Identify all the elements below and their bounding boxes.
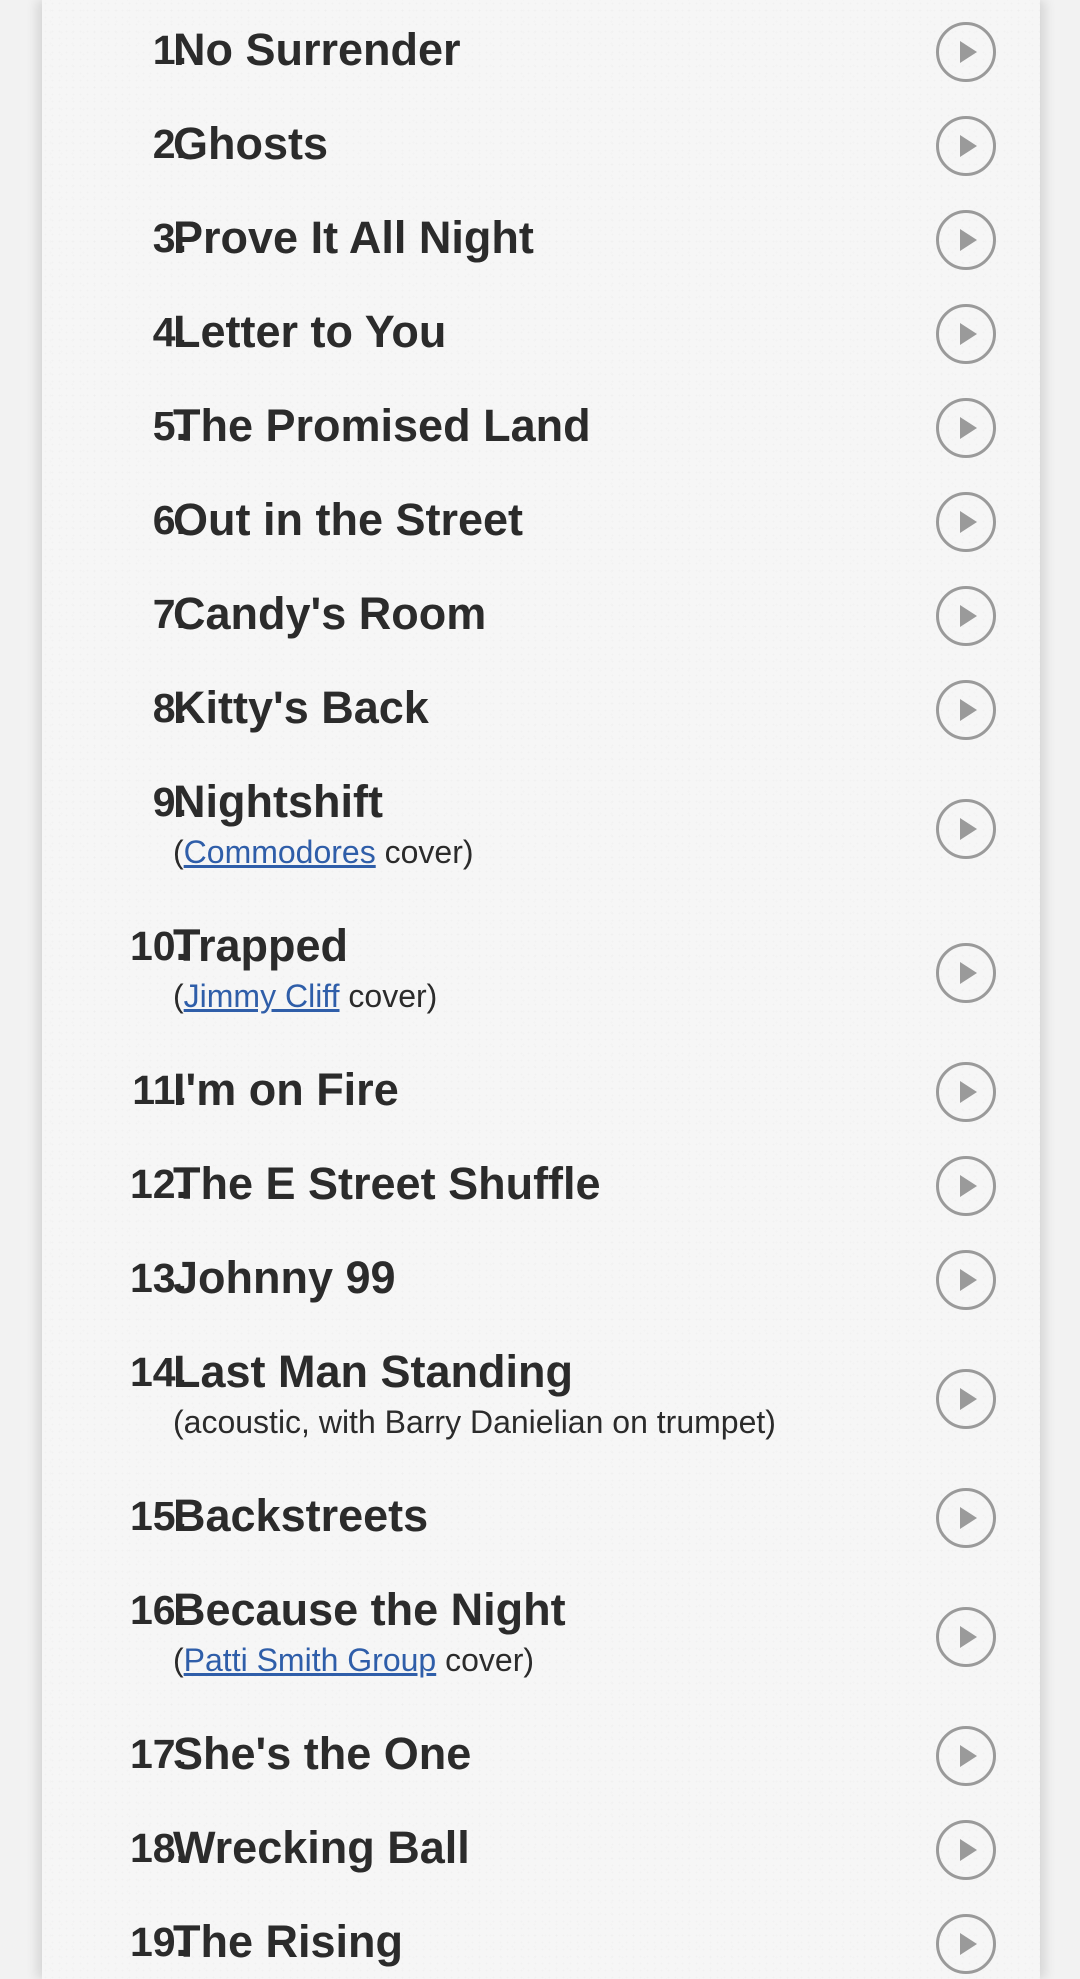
song-title: Because the Night [173,1584,566,1635]
play-button[interactable] [936,680,996,740]
play-button[interactable] [936,116,996,176]
play-button[interactable] [936,1607,996,1667]
setlist-panel: 1. No Surrender 2. Ghosts 3. Prove It Al… [42,0,1040,1979]
song-title: Last Man Standing [173,1346,574,1397]
play-button[interactable] [936,1914,996,1974]
song-title: I'm on Fire [173,1064,399,1115]
play-button[interactable] [936,1369,996,1429]
play-button[interactable] [936,210,996,270]
artist-link[interactable]: Patti Smith Group [184,1642,437,1678]
play-icon [960,323,977,345]
play-icon [960,1388,977,1410]
play-icon [960,1745,977,1767]
song-note: (Patti Smith Group cover) [173,1642,534,1678]
artist-link[interactable]: Commodores [184,834,376,870]
play-icon [960,1081,977,1103]
song-title: The Rising [173,1916,404,1967]
song-title: Prove It All Night [173,212,534,263]
play-icon [960,229,977,251]
play-icon [960,1507,977,1529]
play-icon [960,511,977,533]
song-title: Ghosts [173,118,329,169]
song-note: (Jimmy Cliff cover) [173,978,438,1014]
play-button[interactable] [936,492,996,552]
play-button[interactable] [936,304,996,364]
play-button[interactable] [936,22,996,82]
song-title: Trapped [173,920,349,971]
play-button[interactable] [936,1250,996,1310]
play-icon [960,41,977,63]
song-note: (acoustic, with Barry Danielian on trump… [173,1404,776,1440]
play-button[interactable] [936,943,996,1003]
play-icon [960,1626,977,1648]
play-button[interactable] [936,586,996,646]
artist-link[interactable]: Jimmy Cliff [184,978,340,1014]
song-title: Letter to You [173,306,447,357]
play-icon [960,1933,977,1955]
song-title: Nightshift [173,776,383,827]
play-icon [960,605,977,627]
play-button[interactable] [936,398,996,458]
play-icon [960,1839,977,1861]
song-title: She's the One [173,1728,472,1779]
song-title: The E Street Shuffle [173,1158,601,1209]
play-icon [960,818,977,840]
song-title: Johnny 99 [173,1252,396,1303]
play-icon [960,1269,977,1291]
song-title: Kitty's Back [173,682,429,733]
play-icon [960,417,977,439]
play-button[interactable] [936,1820,996,1880]
song-title: Out in the Street [173,494,524,545]
song-title: Backstreets [173,1490,429,1541]
song-title: No Surrender [173,24,461,75]
song-note: (Commodores cover) [173,834,474,870]
play-icon [960,135,977,157]
play-icon [960,962,977,984]
song-title: The Promised Land [173,400,591,451]
play-button[interactable] [936,1488,996,1548]
song-title: Wrecking Ball [173,1822,470,1873]
play-icon [960,1175,977,1197]
play-icon [960,699,977,721]
play-button[interactable] [936,1062,996,1122]
play-button[interactable] [936,799,996,859]
song-title: Candy's Room [173,588,487,639]
play-button[interactable] [936,1156,996,1216]
play-button[interactable] [936,1726,996,1786]
